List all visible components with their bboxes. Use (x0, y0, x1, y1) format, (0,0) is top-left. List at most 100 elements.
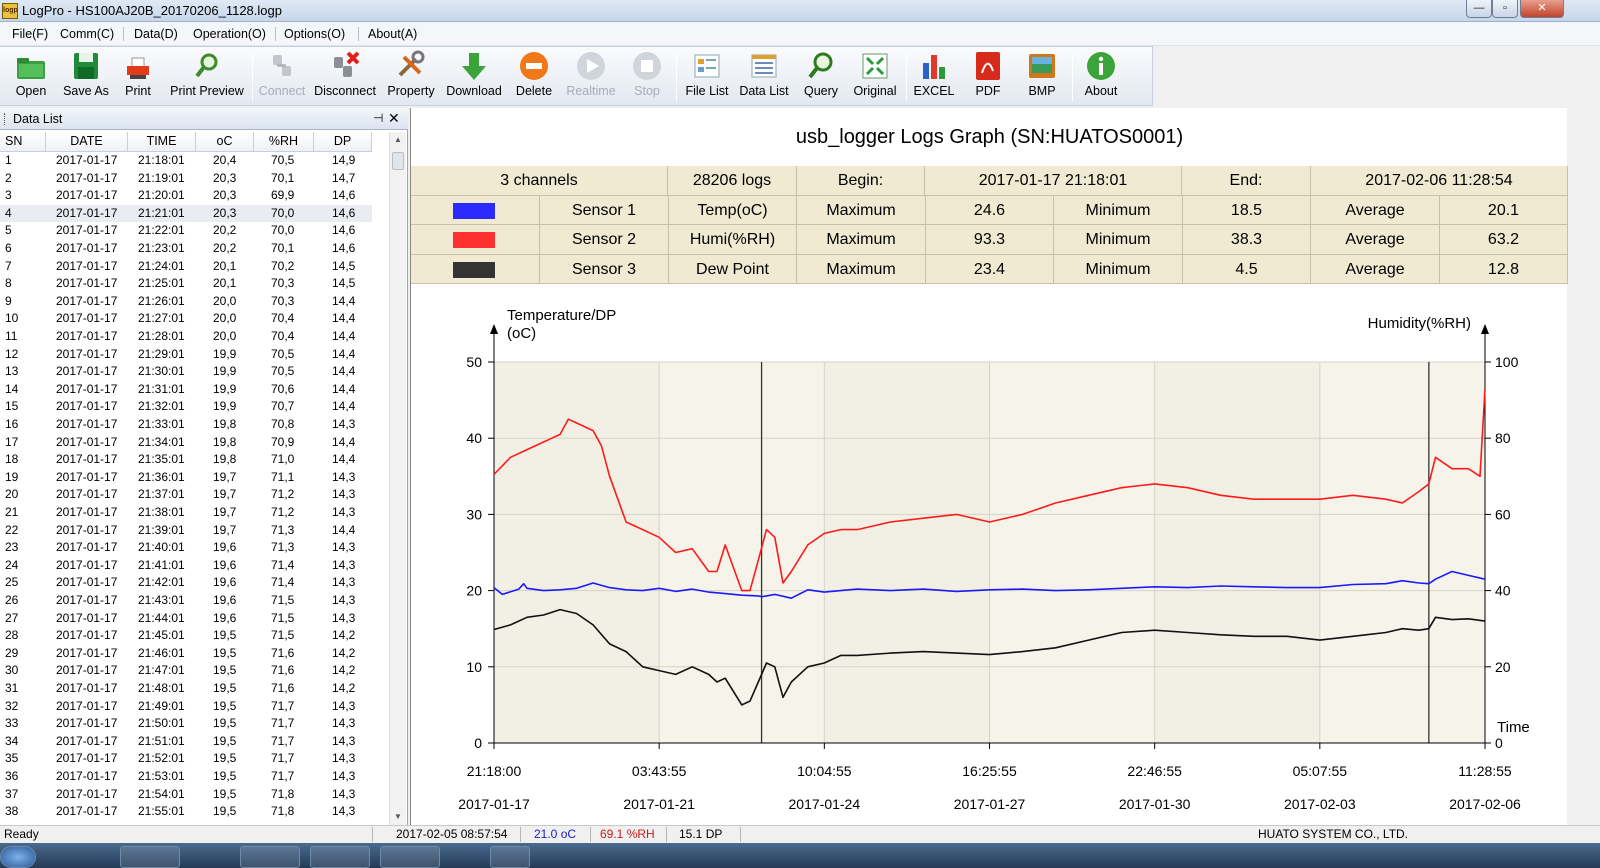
data-list-button[interactable]: Data List (736, 49, 792, 105)
table-row[interactable]: 30 2017-01-17 21:47:01 19,5 71,6 14,2 (0, 662, 372, 680)
menu-file[interactable]: File(F) (12, 27, 48, 41)
table-cell: 19,9 (213, 381, 237, 396)
table-row[interactable]: 20 2017-01-17 21:37:01 19,7 71,2 14,3 (0, 486, 372, 504)
table-row[interactable]: 19 2017-01-17 21:36:01 19,7 71,1 14,3 (0, 469, 372, 487)
menu-options[interactable]: Options(O) (284, 27, 345, 41)
maximize-button[interactable]: ▫ (1492, 0, 1518, 18)
table-row[interactable]: 5 2017-01-17 21:22:01 20,2 70,0 14,6 (0, 222, 372, 240)
menu-data[interactable]: Data(D) (134, 27, 178, 41)
table-row[interactable]: 1 2017-01-17 21:18:01 20,4 70,5 14,9 (0, 152, 372, 170)
y-axis-left-arrow (490, 324, 498, 334)
menu-operation[interactable]: Operation(O) (193, 27, 266, 41)
column-header-time[interactable]: TIME (128, 132, 196, 152)
table-row[interactable]: 34 2017-01-17 21:51:01 19,5 71,7 14,3 (0, 733, 372, 751)
table-row[interactable]: 33 2017-01-17 21:50:01 19,5 71,7 14,3 (0, 715, 372, 733)
table-row[interactable]: 12 2017-01-17 21:29:01 19,9 70,5 14,4 (0, 346, 372, 364)
table-row[interactable]: 22 2017-01-17 21:39:01 19,7 71,3 14,4 (0, 522, 372, 540)
table-row[interactable]: 8 2017-01-17 21:25:01 20,1 70,3 14,5 (0, 275, 372, 293)
table-cell: 14,4 (332, 293, 356, 308)
table-cell: 71,7 (271, 716, 295, 731)
table-row[interactable]: 16 2017-01-17 21:33:01 19,8 70,8 14,3 (0, 416, 372, 434)
table-row[interactable]: 13 2017-01-17 21:30:01 19,9 70,5 14,4 (0, 363, 372, 381)
print-button[interactable]: Print (118, 49, 158, 105)
close-panel-icon[interactable]: ✕ (388, 110, 400, 127)
sensor-color-swatch (453, 202, 495, 219)
table-row[interactable]: 28 2017-01-17 21:45:01 19,5 71,5 14,2 (0, 627, 372, 645)
table-row[interactable]: 21 2017-01-17 21:38:01 19,7 71,2 14,3 (0, 504, 372, 522)
disconnect-button[interactable]: Disconnect (312, 49, 378, 105)
plot-band (1319, 362, 1485, 743)
table-row[interactable]: 2 2017-01-17 21:19:01 20,3 70,1 14,7 (0, 170, 372, 188)
table-row[interactable]: 9 2017-01-17 21:26:01 20,0 70,3 14,4 (0, 293, 372, 311)
table-row[interactable]: 3 2017-01-17 21:20:01 20,3 69,9 14,6 (0, 187, 372, 205)
save-as-button[interactable]: Save As (58, 49, 114, 105)
delete-button[interactable]: Delete (510, 49, 558, 105)
table-row[interactable]: 15 2017-01-17 21:32:01 19,9 70,7 14,4 (0, 398, 372, 416)
scroll-up-icon[interactable]: ▲ (390, 132, 406, 148)
connect-button[interactable]: Connect (256, 49, 308, 105)
table-row[interactable]: 6 2017-01-17 21:23:01 20,2 70,1 14,6 (0, 240, 372, 258)
query-button[interactable]: Query (798, 49, 844, 105)
taskbar-item[interactable] (380, 846, 440, 868)
property-button[interactable]: Property (383, 49, 439, 105)
data-list-scrollbar[interactable]: ▲ ▼ (389, 132, 406, 825)
minimize-button[interactable]: — (1466, 0, 1492, 18)
start-button[interactable] (0, 846, 36, 868)
table-row[interactable]: 32 2017-01-17 21:49:01 19,5 71,7 14,3 (0, 698, 372, 716)
table-row[interactable]: 17 2017-01-17 21:34:01 19,8 70,9 14,4 (0, 434, 372, 452)
table-row[interactable]: 31 2017-01-17 21:48:01 19,5 71,6 14,2 (0, 680, 372, 698)
data-list-rows[interactable]: 1 2017-01-17 21:18:01 20,4 70,5 14,9 2 2017-01-… (0, 152, 390, 825)
download-button[interactable]: Download (443, 49, 505, 105)
table-row[interactable]: 26 2017-01-17 21:43:01 19,6 71,5 14,3 (0, 592, 372, 610)
table-row[interactable]: 14 2017-01-17 21:31:01 19,9 70,6 14,4 (0, 381, 372, 399)
table-row[interactable]: 23 2017-01-17 21:40:01 19,6 71,3 14,3 (0, 539, 372, 557)
file-list-button[interactable]: File List (682, 49, 732, 105)
print-preview-button[interactable]: Print Preview (166, 49, 248, 105)
stop-button[interactable]: Stop (624, 49, 670, 105)
close-window-button[interactable]: ✕ (1520, 0, 1564, 18)
column-header-temp[interactable]: oC (196, 132, 254, 152)
pin-icon[interactable]: ⊣ (373, 111, 383, 125)
status-ready: Ready (4, 827, 39, 841)
taskbar-item[interactable] (310, 846, 370, 868)
panel-grip[interactable] (4, 113, 7, 125)
table-cell: 21 (5, 505, 19, 519)
table-row[interactable]: 29 2017-01-17 21:46:01 19,5 71,6 14,2 (0, 645, 372, 663)
scroll-down-icon[interactable]: ▼ (390, 809, 406, 825)
data-list-title: Data List (13, 112, 63, 126)
realtime-button[interactable]: Realtime (562, 49, 620, 105)
table-row[interactable]: 7 2017-01-17 21:24:01 20,1 70,2 14,5 (0, 258, 372, 276)
property-label: Property (387, 84, 435, 98)
stop-icon (633, 52, 661, 80)
table-row[interactable]: 36 2017-01-17 21:53:01 19,5 71,7 14,3 (0, 768, 372, 786)
table-row[interactable]: 10 2017-01-17 21:27:01 20,0 70,4 14,4 (0, 310, 372, 328)
disconnect-label: Disconnect (314, 84, 376, 98)
begin-label-cell: Begin: (797, 166, 925, 196)
open-button[interactable]: Open (8, 49, 54, 105)
table-row[interactable]: 18 2017-01-17 21:35:01 19,8 71,0 14,4 (0, 451, 372, 469)
bmp-button[interactable]: BMP (1020, 49, 1064, 105)
column-header-humidity[interactable]: %RH (254, 132, 314, 152)
taskbar-item-logpro[interactable] (490, 846, 530, 868)
taskbar-item[interactable] (240, 846, 300, 868)
table-row[interactable]: 27 2017-01-17 21:44:01 19,6 71,5 14,3 (0, 610, 372, 628)
menu-comm[interactable]: Comm(C) (60, 27, 114, 41)
about-button[interactable]: About (1078, 49, 1124, 105)
table-row[interactable]: 38 2017-01-17 21:55:01 19,5 71,8 14,3 (0, 803, 372, 821)
menu-about[interactable]: About(A) (368, 27, 417, 41)
column-header-sn[interactable]: SN (0, 132, 46, 152)
table-row[interactable]: 24 2017-01-17 21:41:01 19,6 71,4 14,3 (0, 557, 372, 575)
original-button[interactable]: Original (848, 49, 902, 105)
y-tick-label-right: 0 (1495, 735, 1503, 751)
column-header-dewpoint[interactable]: DP (314, 132, 372, 152)
pdf-button[interactable]: PDF (966, 49, 1010, 105)
table-row[interactable]: 11 2017-01-17 21:28:01 20,0 70,4 14,4 (0, 328, 372, 346)
table-row[interactable]: 35 2017-01-17 21:52:01 19,5 71,7 14,3 (0, 750, 372, 768)
scroll-thumb[interactable] (392, 152, 404, 170)
taskbar-item[interactable] (120, 846, 180, 868)
column-header-date[interactable]: DATE (46, 132, 128, 152)
table-row[interactable]: 4 2017-01-17 21:21:01 20,3 70,0 14,6 (0, 204, 372, 223)
table-row[interactable]: 25 2017-01-17 21:42:01 19,6 71,4 14,3 (0, 574, 372, 592)
excel-button[interactable]: EXCEL (912, 49, 956, 105)
table-row[interactable]: 37 2017-01-17 21:54:01 19,5 71,8 14,3 (0, 786, 372, 804)
